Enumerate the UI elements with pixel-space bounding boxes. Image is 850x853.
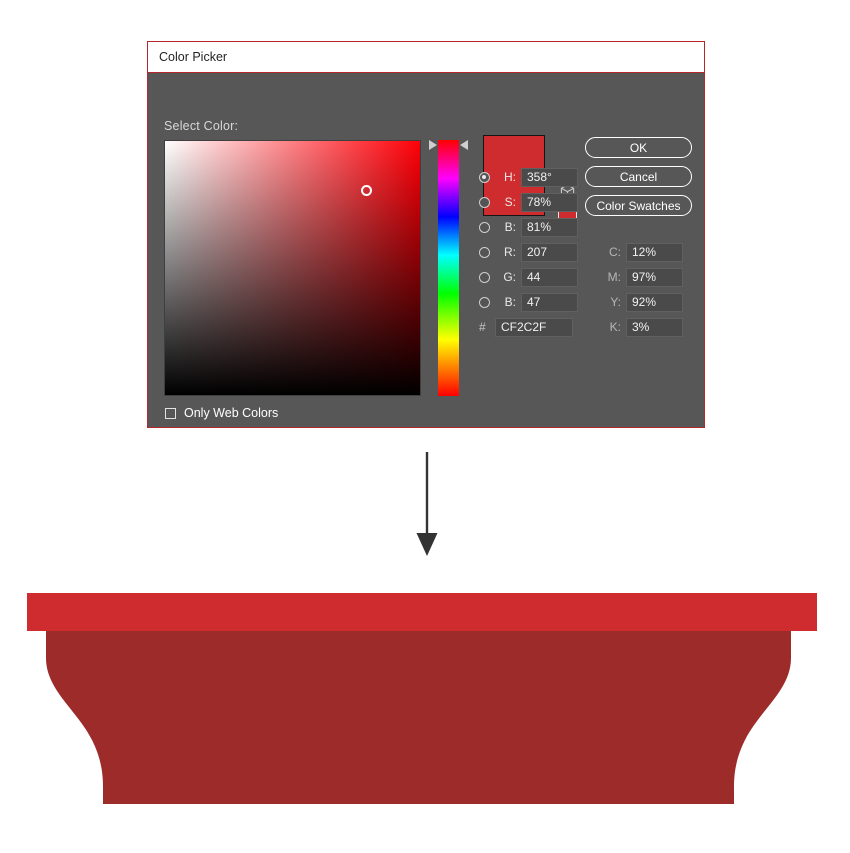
hue-marker-right-icon[interactable]: [460, 140, 468, 150]
radio-red[interactable]: [479, 246, 490, 258]
field-row-magenta: M:: [601, 267, 683, 287]
field-row-key: K:: [601, 317, 683, 337]
label-yellow: Y:: [610, 295, 621, 309]
pedestal-top-bar: [27, 593, 817, 631]
ok-button[interactable]: OK: [585, 137, 692, 158]
cancel-button[interactable]: Cancel: [585, 166, 692, 187]
only-web-colors-checkbox[interactable]: [165, 407, 176, 419]
input-yellow[interactable]: [626, 292, 683, 312]
field-row-hex: #: [479, 317, 573, 337]
field-row-cyan: C:: [601, 242, 683, 262]
field-row-hue: H:: [479, 167, 578, 187]
input-green[interactable]: [521, 267, 578, 287]
label-brightness: B:: [504, 220, 516, 234]
label-hue: H:: [504, 170, 516, 184]
input-hex[interactable]: [495, 317, 573, 337]
label-saturation: S:: [504, 195, 516, 209]
dialog-title: Color Picker: [159, 50, 228, 64]
label-magenta: M:: [607, 270, 621, 284]
color-swatches-button[interactable]: Color Swatches: [585, 195, 692, 216]
color-picker-dialog: Color Picker Select Color: OK Cancel Col…: [147, 41, 705, 428]
label-cyan: C:: [609, 245, 621, 259]
label-hex: #: [479, 320, 486, 334]
input-blue[interactable]: [521, 292, 578, 312]
field-row-green: G:: [479, 267, 578, 287]
saturation-brightness-field[interactable]: [164, 140, 421, 396]
radio-brightness[interactable]: [479, 221, 490, 233]
only-web-colors-label: Only Web Colors: [184, 406, 279, 420]
input-hue[interactable]: [521, 167, 578, 187]
input-red[interactable]: [521, 242, 578, 262]
select-color-label: Select Color:: [164, 119, 239, 133]
field-row-yellow: Y:: [601, 292, 683, 312]
hue-marker-left-icon[interactable]: [429, 140, 437, 150]
pedestal-body: [46, 623, 791, 804]
radio-hue[interactable]: [479, 171, 490, 183]
input-saturation[interactable]: [521, 192, 578, 212]
label-red: R:: [504, 245, 516, 259]
dialog-titlebar: Color Picker: [148, 42, 704, 73]
input-brightness[interactable]: [521, 217, 578, 237]
radio-saturation[interactable]: [479, 196, 490, 208]
red-pedestal-artwork: [0, 580, 850, 848]
input-magenta[interactable]: [626, 267, 683, 287]
hue-slider-wrapper: [429, 140, 468, 396]
downward-arrow-icon: [408, 450, 448, 560]
sv-field-cursor[interactable]: [361, 185, 372, 196]
input-cyan[interactable]: [626, 242, 683, 262]
radio-blue[interactable]: [479, 296, 490, 308]
label-blue: B:: [504, 295, 516, 309]
field-row-blue: B:: [479, 292, 578, 312]
field-row-red: R:: [479, 242, 578, 262]
hue-slider[interactable]: [438, 140, 459, 396]
only-web-colors-row[interactable]: Only Web Colors: [165, 406, 278, 420]
field-row-saturation: S:: [479, 192, 578, 212]
radio-green[interactable]: [479, 271, 490, 283]
dialog-body: Select Color: OK Cancel Color Swatches H…: [148, 73, 704, 427]
label-green: G:: [503, 270, 516, 284]
field-row-brightness: B:: [479, 217, 578, 237]
label-key: K:: [609, 320, 621, 334]
input-key[interactable]: [626, 317, 683, 337]
